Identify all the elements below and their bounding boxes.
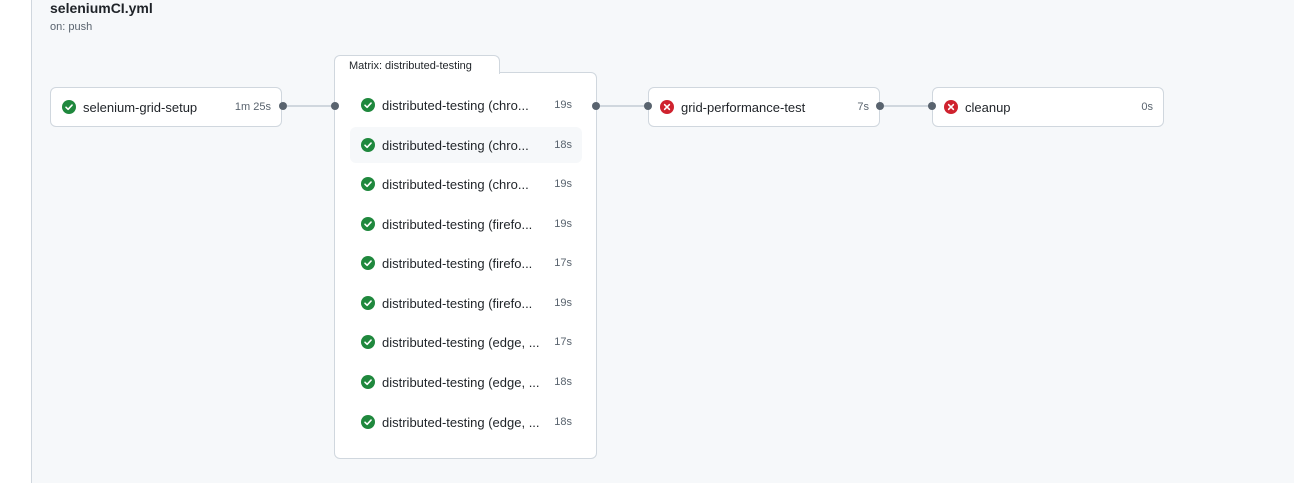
failure-x-icon bbox=[660, 100, 674, 114]
job-name: distributed-testing (edge, ... bbox=[382, 414, 540, 430]
matrix-job-row[interactable]: distributed-testing (edge, ... 18s bbox=[350, 404, 582, 440]
success-check-icon bbox=[361, 256, 375, 270]
job-duration: 0s bbox=[1141, 101, 1153, 113]
connector-line bbox=[884, 105, 932, 107]
job-row[interactable]: cleanup 0s bbox=[933, 89, 1163, 125]
job-name: distributed-testing (firefo... bbox=[382, 255, 533, 271]
matrix-label: Matrix: distributed-testing bbox=[334, 55, 500, 74]
job-duration: 19s bbox=[554, 218, 572, 230]
success-check-icon bbox=[361, 138, 375, 152]
connector-dot bbox=[279, 102, 287, 110]
job-name: distributed-testing (firefo... bbox=[382, 295, 533, 311]
job-name: distributed-testing (edge, ... bbox=[382, 374, 540, 390]
job-card-grid-performance-test[interactable]: grid-performance-test 7s bbox=[648, 87, 880, 127]
failure-x-icon bbox=[944, 100, 958, 114]
matrix-job-row[interactable]: distributed-testing (edge, ... 18s bbox=[350, 364, 582, 400]
job-duration: 18s bbox=[554, 416, 572, 428]
connector-dot bbox=[928, 102, 936, 110]
success-check-icon bbox=[361, 98, 375, 112]
success-check-icon bbox=[62, 100, 76, 114]
job-row[interactable]: grid-performance-test 7s bbox=[649, 89, 879, 125]
matrix-job-row[interactable]: distributed-testing (firefo... 17s bbox=[350, 245, 582, 281]
job-name: distributed-testing (chro... bbox=[382, 176, 529, 192]
job-name: cleanup bbox=[965, 99, 1011, 115]
workflow-title: seleniumCI.yml bbox=[50, 0, 153, 16]
connector-dot bbox=[592, 102, 600, 110]
job-duration: 19s bbox=[554, 99, 572, 111]
success-check-icon bbox=[361, 177, 375, 191]
job-name: distributed-testing (chro... bbox=[382, 137, 529, 153]
success-check-icon bbox=[361, 217, 375, 231]
connector-dot bbox=[876, 102, 884, 110]
job-name: distributed-testing (edge, ... bbox=[382, 334, 540, 350]
success-check-icon bbox=[361, 375, 375, 389]
job-duration: 19s bbox=[554, 178, 572, 190]
job-card-cleanup[interactable]: cleanup 0s bbox=[932, 87, 1164, 127]
workflow-trigger: on: push bbox=[50, 21, 93, 33]
job-duration: 19s bbox=[554, 297, 572, 309]
matrix-job-row[interactable]: distributed-testing (firefo... 19s bbox=[350, 206, 582, 242]
matrix-job-row[interactable]: distributed-testing (edge, ... 17s bbox=[350, 324, 582, 360]
job-name: grid-performance-test bbox=[681, 99, 806, 115]
success-check-icon bbox=[361, 296, 375, 310]
job-duration: 18s bbox=[554, 139, 572, 151]
connector-dot bbox=[331, 102, 339, 110]
matrix-job-row[interactable]: distributed-testing (chro... 19s bbox=[350, 166, 582, 202]
workflow-graph-canvas bbox=[31, 0, 1294, 483]
connector-line bbox=[287, 105, 335, 107]
matrix-job-row[interactable]: distributed-testing (chro... 18s bbox=[350, 127, 582, 163]
job-duration: 7s bbox=[857, 101, 869, 113]
success-check-icon bbox=[361, 415, 375, 429]
connector-line bbox=[600, 105, 648, 107]
connector-dot bbox=[644, 102, 652, 110]
job-duration: 17s bbox=[554, 336, 572, 348]
job-card-selenium-grid-setup[interactable]: selenium-grid-setup 1m 25s bbox=[50, 87, 282, 127]
matrix-job-row[interactable]: distributed-testing (chro... 19s bbox=[350, 87, 582, 123]
matrix-job-row[interactable]: distributed-testing (firefo... 19s bbox=[350, 285, 582, 321]
success-check-icon bbox=[361, 335, 375, 349]
job-row[interactable]: selenium-grid-setup 1m 25s bbox=[51, 89, 281, 125]
job-name: distributed-testing (firefo... bbox=[382, 216, 533, 232]
job-duration: 18s bbox=[554, 376, 572, 388]
job-duration: 17s bbox=[554, 257, 572, 269]
job-name: selenium-grid-setup bbox=[83, 99, 198, 115]
job-name: distributed-testing (chro... bbox=[382, 97, 529, 113]
job-duration: 1m 25s bbox=[234, 101, 271, 113]
